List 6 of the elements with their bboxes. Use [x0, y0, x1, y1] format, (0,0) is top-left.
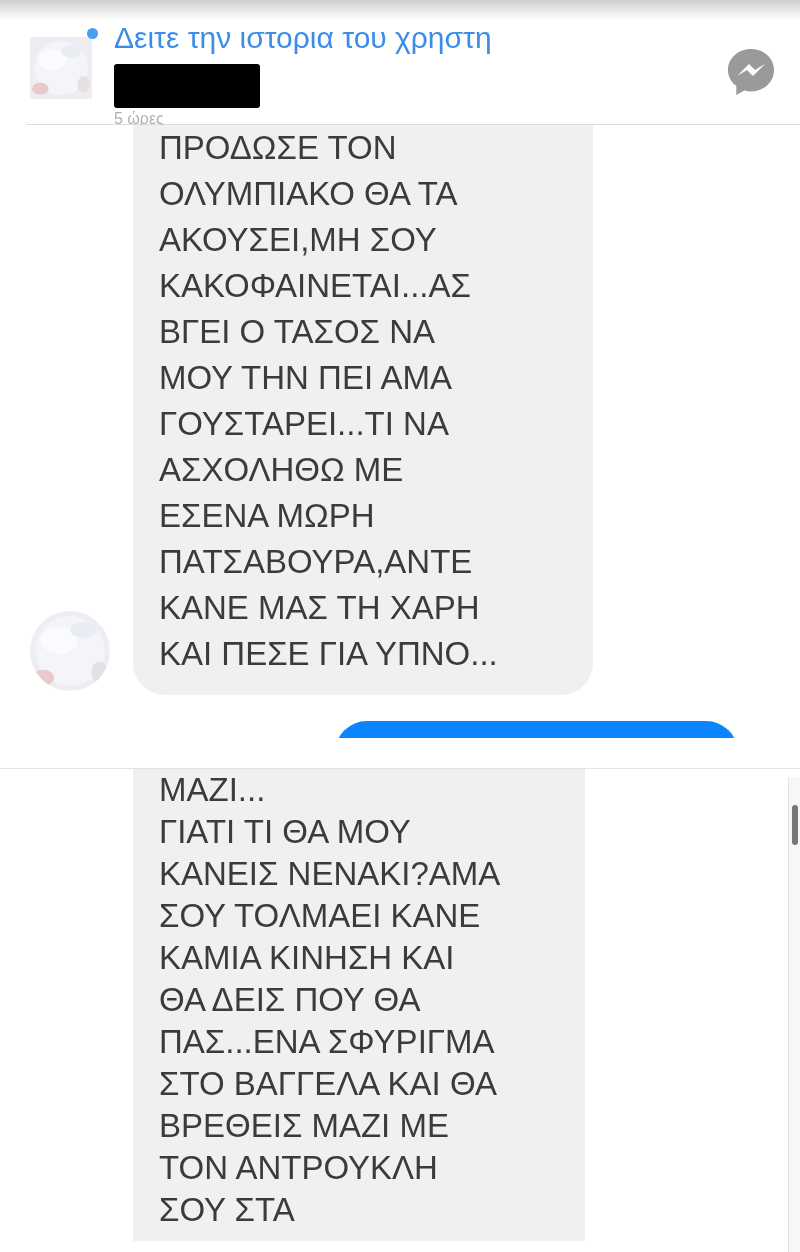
- story-link[interactable]: Δειτε την ιστορια του χρηστη: [114, 20, 726, 56]
- timestamp: 5 ώρες: [114, 110, 165, 128]
- messenger-icon[interactable]: [726, 47, 776, 97]
- message-text: ΜΑΖΙ... ΓΙΑΤΙ ΤΙ ΘΑ ΜΟΥ ΚΑΝΕΙΣ ΝΕΝΑΚΙ?ΑΜΑ ΣΟΥ ΤΟΛΜΑΕΙ ΚΑΝΕ ΚΑΜΙΑ ΚΙΝΗΣΗ ΚΑΙ ΘΑ ΔΕΙΣ ΠΟΥ ΘΑ ΠΑΣ...ΕΝΑ ΣΦΥΡΙΓΜΑ ΣΤΟ ΒΑΓΓΕΛΑ ΚΑΙ ΘΑ ΒΡΕΘΕΙΣ ΜΑΖΙ ΜΕ ΤΟΝ ΑΝΤΡΟΥΚΛΗ ΣΟΥ ΣΤΑ: [159, 770, 502, 1230]
- message-text: ΠΡΟΔΩΣΕ ΤΟΝ ΟΛΥΜΠΙΑΚΟ ΘΑ ΤΑ ΑΚΟΥΣΕΙ,ΜΗ ΣΟΥ ΚΑΚΟΦΑΙΝΕΤΑΙ...ΑΣ ΒΓΕΙ Ο ΤΑΣΟΣ ΝΑ ΜΟΥ ΤΗΝ ΠΕΙ ΑΜΑ ΓΟΥΣΤΑΡΕΙ...ΤΙ ΝΑ ΑΣΧΟΛΗΘΩ ΜΕ ΕΣΕΝΑ ΜΩΡΗ ΠΑΤΣΑΒΟΥΡΑ,ΑΝΤΕ ΚΑΝΕ ΜΑΣ ΤΗ ΧΑΡΗ ΚΑΙ ΠΕΣΕ ΓΙΑ ΥΠΝΟ...: [159, 128, 499, 674]
- scrollbar[interactable]: [788, 777, 800, 1252]
